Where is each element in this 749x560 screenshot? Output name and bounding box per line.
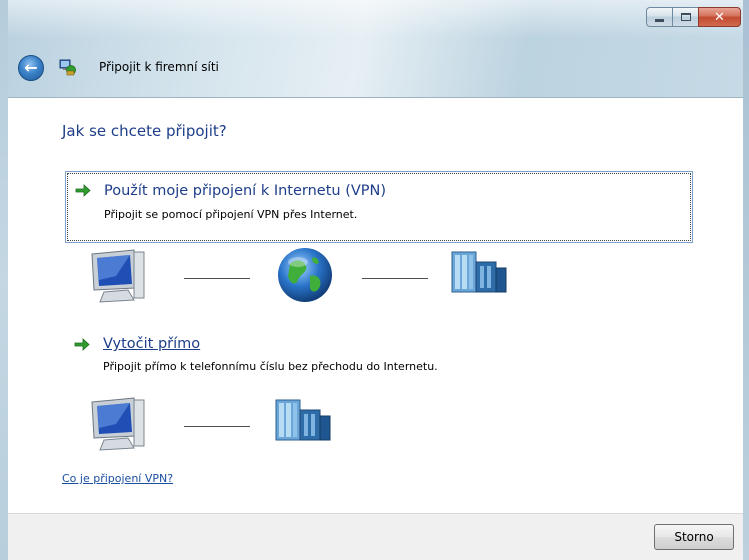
option-direct-dial-description: Připojit přímo k telefonnímu číslu bez p… [103, 360, 438, 373]
direct-dial-diagram [86, 394, 526, 454]
caption-buttons: ✕ [646, 7, 741, 27]
page-heading: Jak se chcete připojit? [62, 122, 227, 140]
server-icon [275, 399, 331, 441]
option-vpn[interactable]: Použít moje připojení k Internetu (VPN) … [65, 171, 693, 243]
connection-line [184, 426, 250, 427]
window-title: Připojit k firemní síti [99, 60, 219, 74]
network-wizard-icon [59, 59, 76, 76]
option-vpn-title: Použít moje připojení k Internetu (VPN) [104, 183, 387, 199]
close-button[interactable]: ✕ [698, 7, 741, 27]
minimize-button[interactable] [646, 7, 672, 27]
close-icon: ✕ [714, 9, 725, 25]
back-arrow-icon: ← [24, 58, 38, 77]
minimize-icon [655, 18, 664, 22]
option-direct-dial[interactable]: Vytočit přímo Připojit přímo k telefonní… [65, 326, 693, 378]
wizard-footer: Storno [8, 513, 743, 560]
computer-icon [91, 397, 145, 451]
window-frame-left [0, 0, 8, 560]
vpn-connection-diagram [86, 246, 526, 306]
globe-icon [278, 248, 332, 302]
maximize-icon [680, 13, 691, 21]
green-arrow-icon [74, 338, 90, 351]
wizard-content: Jak se chcete připojit? Použít moje přip… [8, 97, 743, 513]
maximize-button[interactable] [672, 7, 698, 27]
option-vpn-description: Připojit se pomocí připojení VPN přes In… [104, 208, 358, 221]
window-frame-highlight [0, 0, 749, 38]
vpn-help-link[interactable]: Co je připojení VPN? [62, 472, 173, 485]
connection-line [184, 278, 250, 279]
green-arrow-icon [75, 184, 91, 197]
window-frame-right [743, 0, 749, 560]
server-icon [451, 251, 507, 293]
computer-icon [91, 249, 145, 303]
connection-line [362, 278, 428, 279]
back-button[interactable]: ← [18, 55, 44, 81]
cancel-button[interactable]: Storno [654, 524, 734, 550]
option-direct-dial-title: Vytočit přímo [103, 336, 201, 352]
